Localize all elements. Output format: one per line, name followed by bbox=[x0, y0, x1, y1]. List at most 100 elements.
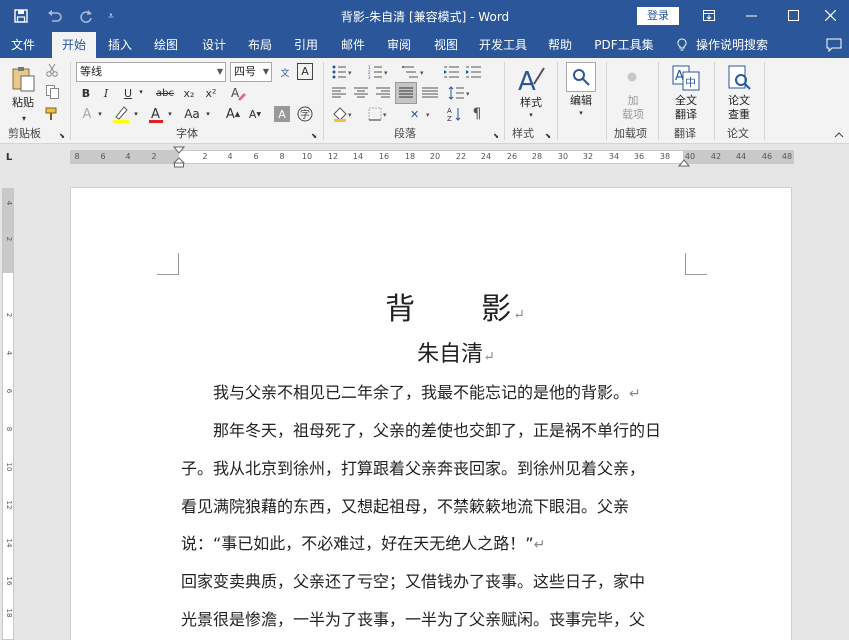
close-icon[interactable] bbox=[811, 0, 849, 30]
cut-icon[interactable] bbox=[44, 62, 60, 78]
line-spacing-icon[interactable]: ▾ bbox=[446, 83, 474, 103]
distributed-icon[interactable] bbox=[420, 83, 440, 103]
paragraph-line[interactable]: 说：“事已如此，不必难过，好在天无绝人之路！”↵ bbox=[181, 530, 545, 554]
translate-icon[interactable]: A中 bbox=[670, 64, 702, 92]
grow-font-icon[interactable]: A ▲ bbox=[224, 104, 242, 124]
paragraph-line[interactable]: 回家变卖典质，父亲还了亏空；又借钱办了丧事。这些日子，家中 bbox=[181, 568, 645, 592]
right-indent-marker-icon[interactable] bbox=[678, 156, 690, 168]
multilevel-list-icon[interactable]: ▾ bbox=[400, 62, 428, 82]
asian-layout-icon[interactable]: ✕ ▾ bbox=[408, 104, 436, 124]
change-case-button[interactable]: Aa bbox=[180, 104, 204, 124]
align-left-icon[interactable] bbox=[330, 83, 348, 103]
font-name-select[interactable]: 等线 ▼ bbox=[76, 62, 226, 82]
tab-developer[interactable]: 开发工具 bbox=[474, 32, 532, 58]
italic-button[interactable]: I bbox=[98, 84, 114, 102]
tab-home[interactable]: 开始 bbox=[52, 32, 96, 58]
styles-icon[interactable]: A bbox=[514, 62, 548, 96]
paragraph-line[interactable]: 光景很是惨澹，一半为了丧事，一半为了父亲赋闲。丧事完毕，父 bbox=[181, 606, 645, 630]
character-shading-icon[interactable]: A bbox=[274, 106, 290, 122]
text-effects-dropdown-icon[interactable]: ▾ bbox=[96, 108, 104, 120]
save-icon[interactable] bbox=[10, 5, 32, 27]
character-border-icon[interactable]: A bbox=[297, 63, 313, 80]
tab-review[interactable]: 审阅 bbox=[379, 32, 419, 58]
paper-check-icon[interactable] bbox=[724, 64, 754, 92]
addins-label-1[interactable]: 加 bbox=[614, 94, 652, 107]
paper-check-label-2[interactable]: 查重 bbox=[718, 108, 760, 121]
paste-dropdown-icon[interactable]: ▾ bbox=[14, 113, 34, 123]
addins-icon[interactable] bbox=[622, 70, 642, 84]
numbering-icon[interactable]: 1 2 3 ▾ bbox=[366, 62, 392, 82]
show-formatting-marks-icon[interactable]: ¶ bbox=[468, 104, 486, 124]
tab-insert[interactable]: 插入 bbox=[100, 32, 140, 58]
align-center-icon[interactable] bbox=[352, 83, 370, 103]
paragraph-launcher-icon[interactable]: ⬊ bbox=[492, 132, 500, 140]
copy-icon[interactable] bbox=[44, 84, 60, 100]
tab-references[interactable]: 引用 bbox=[286, 32, 326, 58]
bullets-icon[interactable]: ▾ bbox=[330, 62, 356, 82]
underline-dropdown-icon[interactable]: ▾ bbox=[137, 86, 145, 98]
quick-access-customize-icon[interactable]: ⩡ bbox=[102, 5, 120, 27]
shrink-font-icon[interactable]: A ▼ bbox=[246, 104, 264, 124]
styles-dropdown-icon[interactable]: ▾ bbox=[526, 110, 536, 120]
collapse-ribbon-icon[interactable] bbox=[832, 130, 846, 140]
styles-launcher-icon[interactable]: ⬊ bbox=[544, 132, 552, 140]
tab-design[interactable]: 设计 bbox=[194, 32, 234, 58]
highlight-dropdown-icon[interactable]: ▾ bbox=[132, 108, 140, 120]
phonetic-guide-icon[interactable]: 文 bbox=[276, 62, 294, 82]
paragraph-line[interactable]: 那年冬天，祖母死了，父亲的差使也交卸了，正是祸不单行的日 bbox=[181, 417, 661, 441]
ribbon-display-options-icon[interactable] bbox=[688, 0, 730, 30]
clear-formatting-icon[interactable]: A bbox=[228, 83, 248, 103]
subscript-button[interactable]: x₂ bbox=[180, 84, 198, 102]
tab-mailings[interactable]: 邮件 bbox=[333, 32, 373, 58]
text-effects-icon[interactable]: A bbox=[78, 104, 96, 124]
addins-label-2[interactable]: 载项 bbox=[614, 108, 652, 121]
paragraph-line[interactable]: 看见满院狼藉的东西，又想起祖母，不禁簌簌地流下眼泪。父亲 bbox=[181, 493, 629, 517]
tab-draw[interactable]: 绘图 bbox=[146, 32, 186, 58]
styles-label[interactable]: 样式 bbox=[511, 96, 551, 109]
strikethrough-button[interactable]: abc bbox=[154, 84, 176, 102]
format-painter-icon[interactable] bbox=[44, 106, 60, 122]
redo-icon[interactable] bbox=[72, 5, 100, 27]
borders-icon[interactable]: ▾ bbox=[366, 104, 392, 124]
underline-button[interactable]: U bbox=[120, 84, 136, 102]
minimize-icon[interactable] bbox=[730, 0, 772, 30]
justify-icon[interactable] bbox=[395, 82, 417, 104]
increase-indent-icon[interactable] bbox=[464, 62, 482, 82]
font-color-dropdown-icon[interactable]: ▾ bbox=[166, 108, 174, 120]
document-title[interactable]: 背 影↵ bbox=[371, 284, 541, 328]
comments-icon[interactable] bbox=[822, 32, 846, 58]
lightbulb-icon[interactable] bbox=[672, 32, 692, 58]
bold-button[interactable]: B bbox=[78, 84, 94, 102]
tell-me-search[interactable]: 操作说明搜索 bbox=[696, 32, 768, 58]
tab-file[interactable]: 文件 bbox=[4, 32, 42, 58]
highlight-icon[interactable] bbox=[110, 104, 132, 124]
font-launcher-icon[interactable]: ⬊ bbox=[310, 132, 318, 140]
font-color-button[interactable]: A bbox=[146, 104, 166, 124]
tab-pdf-tools[interactable]: PDF工具集 bbox=[590, 32, 658, 58]
tab-view[interactable]: 视图 bbox=[426, 32, 466, 58]
maximize-icon[interactable] bbox=[772, 0, 814, 30]
decrease-indent-icon[interactable] bbox=[442, 62, 460, 82]
document-author[interactable]: 朱自清↵ bbox=[371, 336, 541, 368]
clipboard-launcher-icon[interactable]: ⬊ bbox=[58, 132, 66, 140]
align-right-icon[interactable] bbox=[374, 83, 392, 103]
undo-icon[interactable] bbox=[40, 5, 70, 27]
vertical-ruler-bar[interactable]: 4 2 2 4 6 8 10 12 14 16 18 bbox=[2, 188, 14, 640]
document-page[interactable]: 背 影↵ 朱自清↵ 我与父亲不相见已二年余了，我最不能忘记的是他的背影。↵ 那年… bbox=[70, 187, 792, 640]
paste-label[interactable]: 粘贴 bbox=[8, 96, 38, 109]
superscript-button[interactable]: x² bbox=[202, 84, 220, 102]
change-case-dropdown-icon[interactable]: ▾ bbox=[204, 108, 212, 120]
tab-help[interactable]: 帮助 bbox=[540, 32, 580, 58]
editing-label[interactable]: 编辑 bbox=[561, 94, 601, 107]
login-button[interactable]: 登录 bbox=[637, 7, 679, 25]
paper-check-label-1[interactable]: 论文 bbox=[718, 94, 760, 107]
paragraph-line[interactable]: 子。我从北京到徐州，打算跟着父亲奔丧回家。到徐州见着父亲， bbox=[181, 455, 645, 479]
tab-selector[interactable]: L bbox=[2, 150, 16, 164]
paste-icon[interactable] bbox=[8, 64, 38, 94]
shading-icon[interactable]: ▾ bbox=[330, 104, 356, 124]
enclose-characters-icon[interactable]: 字 bbox=[296, 104, 314, 124]
full-text-translate-label-1[interactable]: 全文 bbox=[664, 94, 708, 107]
sort-icon[interactable]: AZ bbox=[446, 104, 464, 124]
paragraph-line[interactable]: 我与父亲不相见已二年余了，我最不能忘记的是他的背影。↵ bbox=[181, 379, 641, 403]
indent-marker-icon[interactable] bbox=[172, 146, 186, 168]
